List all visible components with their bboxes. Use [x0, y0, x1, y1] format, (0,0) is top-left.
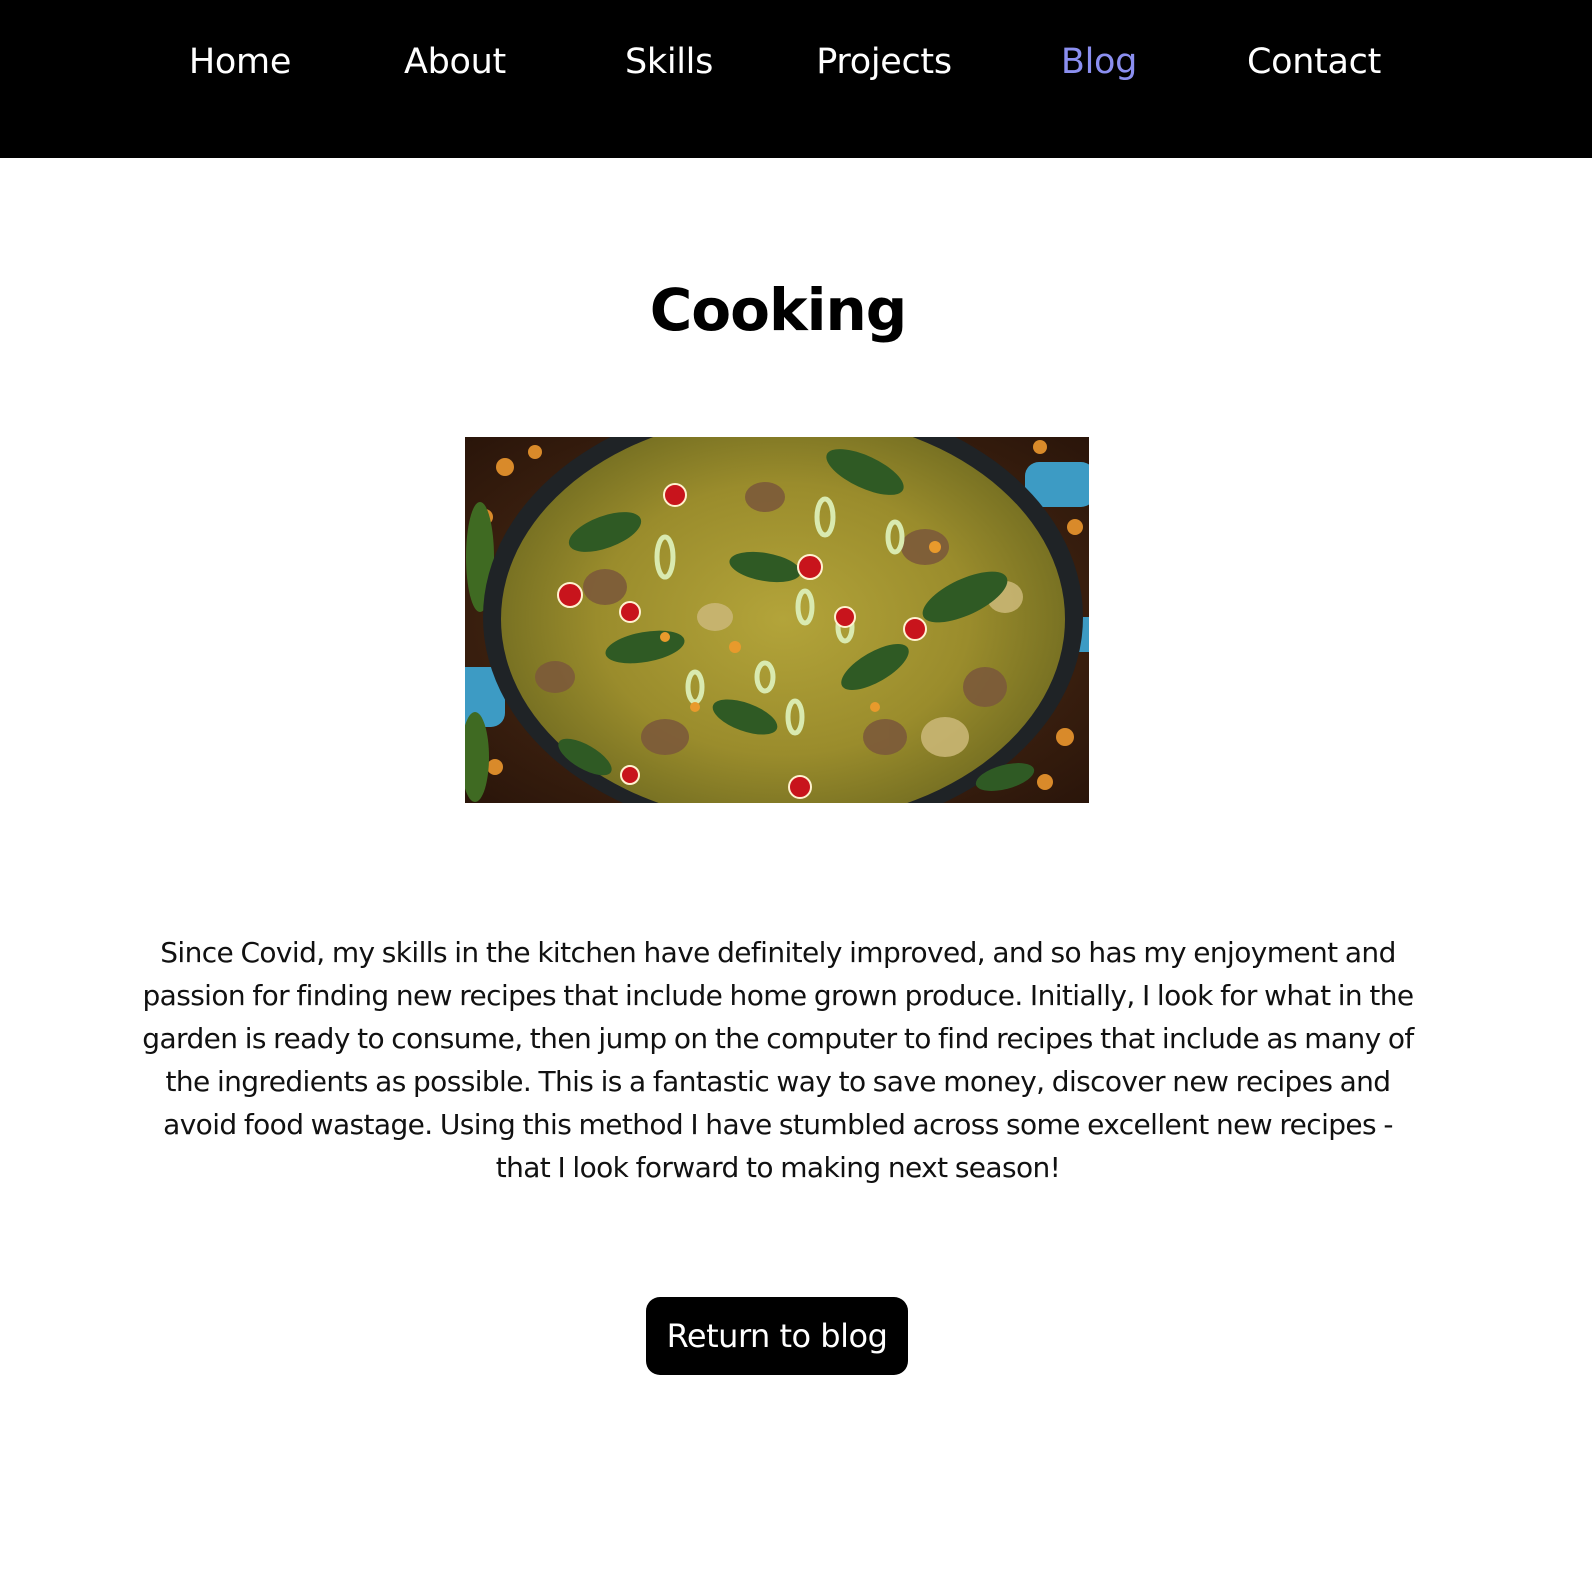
nav-link-skills[interactable]: Skills	[569, 38, 769, 86]
return-to-blog-button[interactable]: Return to blog	[646, 1297, 908, 1375]
page-title: Cooking	[649, 276, 908, 344]
article-body: Since Covid, my skills in the kitchen ha…	[142, 936, 1414, 1184]
nav-link-contact[interactable]: Contact	[1214, 38, 1414, 86]
nav-link-home[interactable]: Home	[140, 38, 340, 86]
main-navigation: Home About Skills Projects Blog Contact	[0, 0, 1592, 158]
nav-link-about[interactable]: About	[355, 38, 555, 86]
nav-link-projects[interactable]: Projects	[784, 38, 984, 86]
curry-dish-photo	[465, 437, 1089, 803]
nav-link-blog[interactable]: Blog	[999, 38, 1199, 86]
curry-dish-illustration	[465, 437, 1089, 803]
